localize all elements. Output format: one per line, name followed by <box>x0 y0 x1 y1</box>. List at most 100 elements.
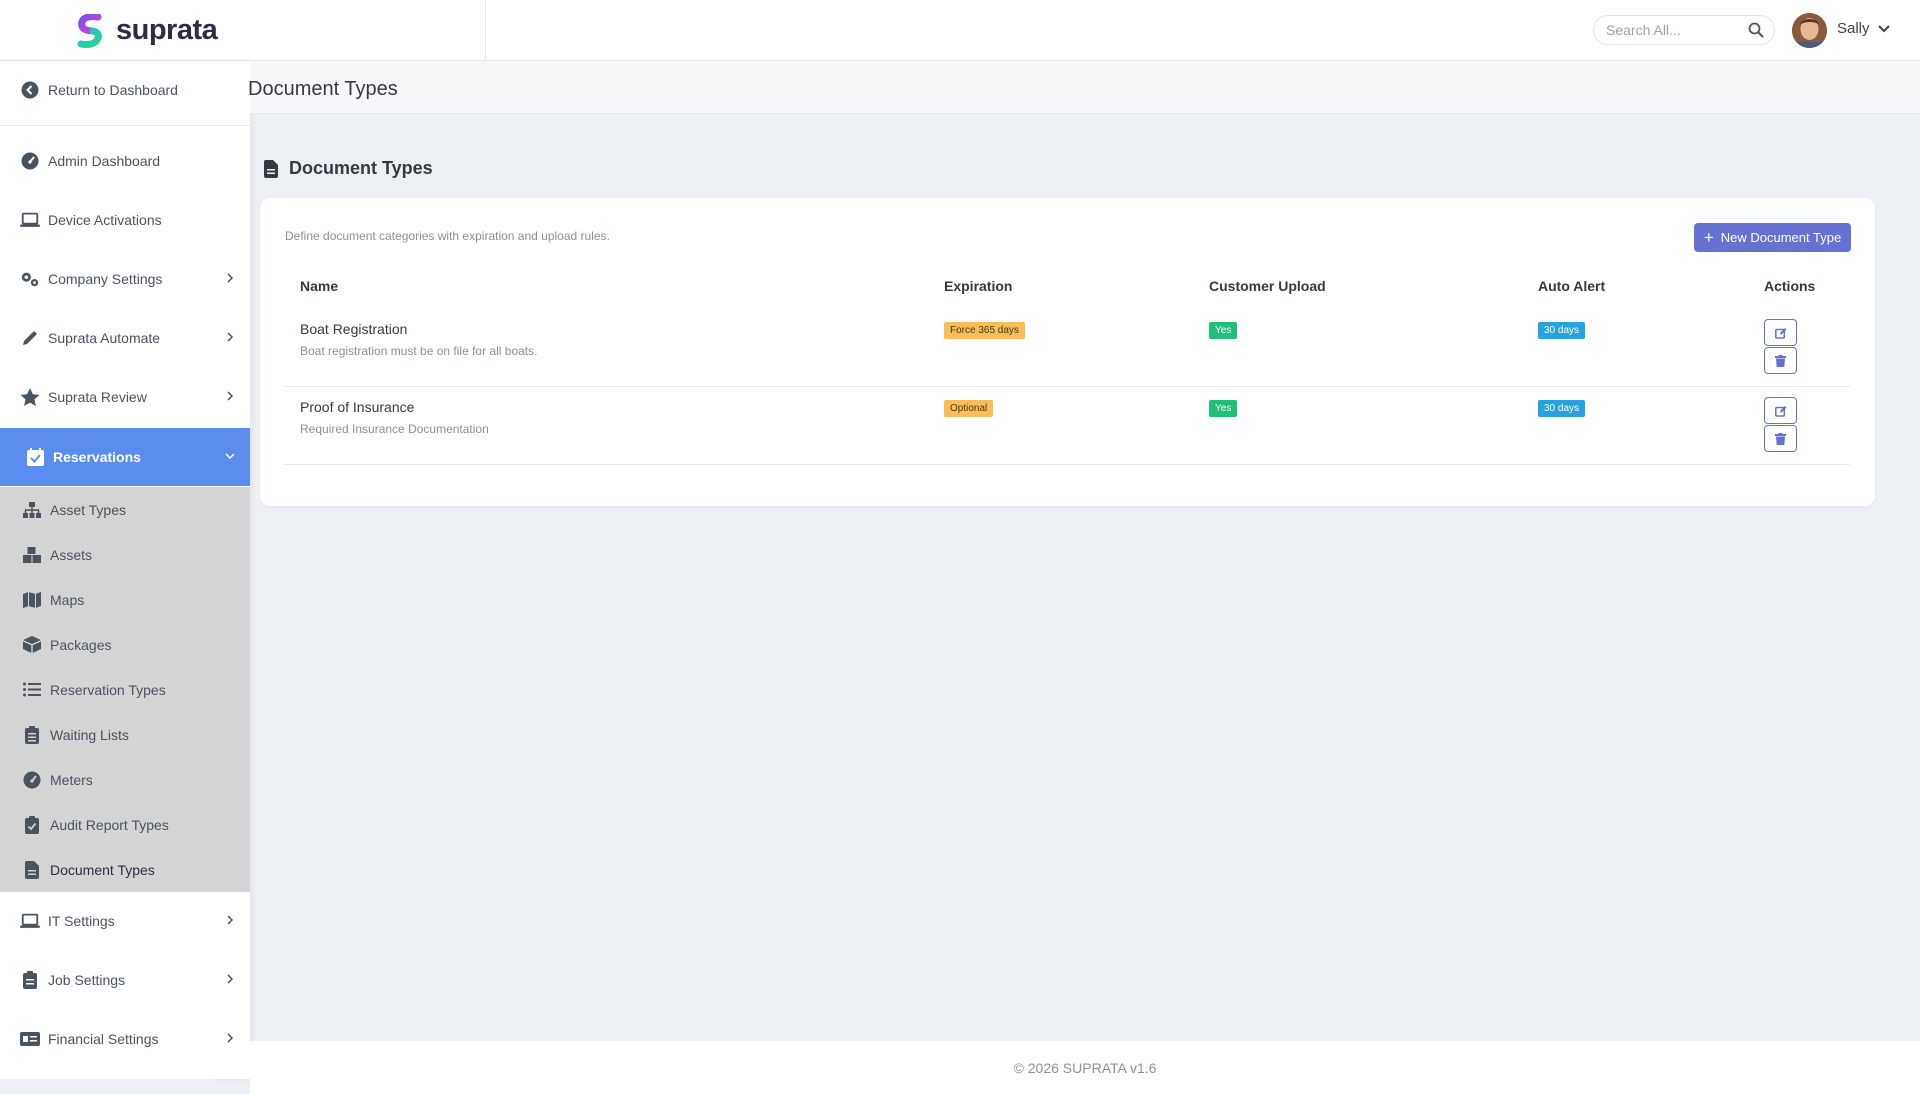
edit-icon <box>1774 327 1786 339</box>
submenu-item-maps[interactable]: Maps <box>0 577 250 622</box>
section-title-text: Document Types <box>289 158 433 178</box>
search-input[interactable] <box>1606 22 1746 38</box>
user-photo-icon <box>1792 13 1827 48</box>
submenu-item-packages[interactable]: Packages <box>0 622 250 667</box>
submenu-item-label: Document Types <box>50 861 155 878</box>
clipboard-check-icon <box>23 815 41 834</box>
submenu-item-meters[interactable]: Meters <box>0 757 250 802</box>
trash-icon <box>1775 432 1786 445</box>
bottom-strip <box>0 1079 215 1094</box>
sidebar-item-suprata-automate[interactable]: Suprata Automate <box>0 309 250 367</box>
search-icon[interactable] <box>1748 22 1764 38</box>
footer: © 2026 SUPRATA v1.6 <box>250 1041 1920 1094</box>
sidebar-item-it-settings[interactable]: IT Settings <box>0 892 250 950</box>
sidebar-item-job-settings[interactable]: Job Settings <box>0 951 250 1009</box>
auto-alert-badge: 30 days <box>1538 400 1586 417</box>
file-icon <box>23 860 41 879</box>
edit-button[interactable] <box>1764 397 1797 424</box>
delete-button[interactable] <box>1764 347 1797 374</box>
sidebar-item-admin-dashboard[interactable]: Admin Dashboard <box>0 132 250 190</box>
sidebar-item-label: Reservations <box>53 449 141 465</box>
gears-icon <box>20 269 40 289</box>
chevron-right-icon <box>227 273 234 283</box>
gauge-icon <box>20 151 40 171</box>
laptop-icon <box>20 210 40 230</box>
sidebar-item-financial-settings[interactable]: Financial Settings <box>0 1010 250 1068</box>
page-header: Document Types <box>248 61 1920 114</box>
new-document-type-button[interactable]: + New Document Type <box>1694 223 1851 252</box>
sitemap-icon <box>23 501 41 519</box>
row-name: Boat Registration <box>300 321 408 337</box>
return-label: Return to Dashboard <box>48 81 178 98</box>
expiration-badge: Force 365 days <box>944 322 1025 339</box>
top-bar: suprata Sally <box>0 0 1920 61</box>
row-name: Proof of Insurance <box>300 399 415 415</box>
submenu-item-label: Audit Report Types <box>50 816 169 833</box>
box-icon <box>23 636 41 654</box>
chevron-down-icon[interactable] <box>1877 22 1891 36</box>
trash-icon <box>1775 354 1786 367</box>
chevron-right-icon <box>227 391 234 401</box>
search-box[interactable] <box>1593 15 1775 45</box>
column-header-customer-upload: Customer Upload <box>1209 278 1326 294</box>
sidebar-item-label: Job Settings <box>48 972 126 988</box>
submenu-item-label: Maps <box>50 591 85 608</box>
pencil-icon <box>20 328 40 348</box>
chevron-right-icon <box>227 974 234 984</box>
sidebar-item-device-activations[interactable]: Device Activations <box>0 191 250 249</box>
document-types-card: Define document categories with expirati… <box>260 198 1875 506</box>
row-divider <box>284 464 1850 465</box>
sidebar-divider <box>0 125 250 126</box>
laptop-icon <box>20 911 40 931</box>
section-title: Document Types <box>263 158 433 179</box>
expiration-badge: Optional <box>944 400 994 417</box>
sidebar-item-label: Suprata Review <box>48 389 147 405</box>
auto-alert-badge: 30 days <box>1538 322 1586 339</box>
edit-button[interactable] <box>1764 319 1797 346</box>
sidebar-item-label: Admin Dashboard <box>48 153 161 169</box>
submenu-item-reservation-types[interactable]: Reservation Types <box>0 667 250 712</box>
column-header-name: Name <box>300 278 339 294</box>
map-icon <box>23 591 41 609</box>
chevron-circle-left-icon <box>20 80 40 100</box>
submenu-item-document-types[interactable]: Document Types <box>0 847 250 892</box>
customer-upload-badge: Yes <box>1209 322 1238 339</box>
sidebar-item-reservations[interactable]: Reservations <box>0 428 250 486</box>
return-to-dashboard-link[interactable]: Return to Dashboard <box>0 61 250 118</box>
calendar-check-icon <box>25 447 45 467</box>
sidebar-item-label: Device Activations <box>48 212 162 228</box>
submenu-item-label: Meters <box>50 771 93 788</box>
row-description: Boat registration must be on file for al… <box>300 344 538 358</box>
gauge-icon <box>23 771 41 789</box>
chevron-right-icon <box>227 915 234 925</box>
submenu-item-asset-types[interactable]: Asset Types <box>0 487 250 532</box>
avatar[interactable] <box>1792 13 1827 48</box>
row-divider <box>284 386 1850 387</box>
submenu-item-label: Waiting Lists <box>50 726 129 743</box>
submenu-item-audit-report-types[interactable]: Audit Report Types <box>0 802 250 847</box>
submenu-item-label: Reservation Types <box>50 681 166 698</box>
column-header-expiration: Expiration <box>944 278 1013 294</box>
card-description: Define document categories with expirati… <box>285 229 610 243</box>
submenu-item-waiting-lists[interactable]: Waiting Lists <box>0 712 250 757</box>
submenu-item-label: Assets <box>50 546 93 563</box>
sidebar-item-label: Suprata Automate <box>48 330 161 346</box>
sidebar-item-company-settings[interactable]: Company Settings <box>0 250 250 308</box>
page-title: Document Types <box>248 78 398 100</box>
sidebar: Return to Dashboard Admin Dashboard Devi… <box>0 61 250 1079</box>
brand[interactable]: suprata <box>0 0 486 61</box>
clipboard-icon <box>20 970 40 990</box>
edit-icon <box>1774 405 1786 417</box>
user-name[interactable]: Sally <box>1837 20 1870 37</box>
submenu-item-assets[interactable]: Assets <box>0 532 250 577</box>
sidebar-item-suprata-review[interactable]: Suprata Review <box>0 368 250 426</box>
list-icon <box>23 681 41 699</box>
submenu-item-label: Asset Types <box>50 501 127 518</box>
money-check-icon <box>20 1029 40 1049</box>
boxes-icon <box>23 546 41 564</box>
sidebar-item-label: Company Settings <box>48 271 163 287</box>
sidebar-item-label: IT Settings <box>48 913 115 929</box>
submenu-item-label: Packages <box>50 636 112 653</box>
suprata-logo-icon <box>77 13 102 48</box>
delete-button[interactable] <box>1764 425 1797 452</box>
